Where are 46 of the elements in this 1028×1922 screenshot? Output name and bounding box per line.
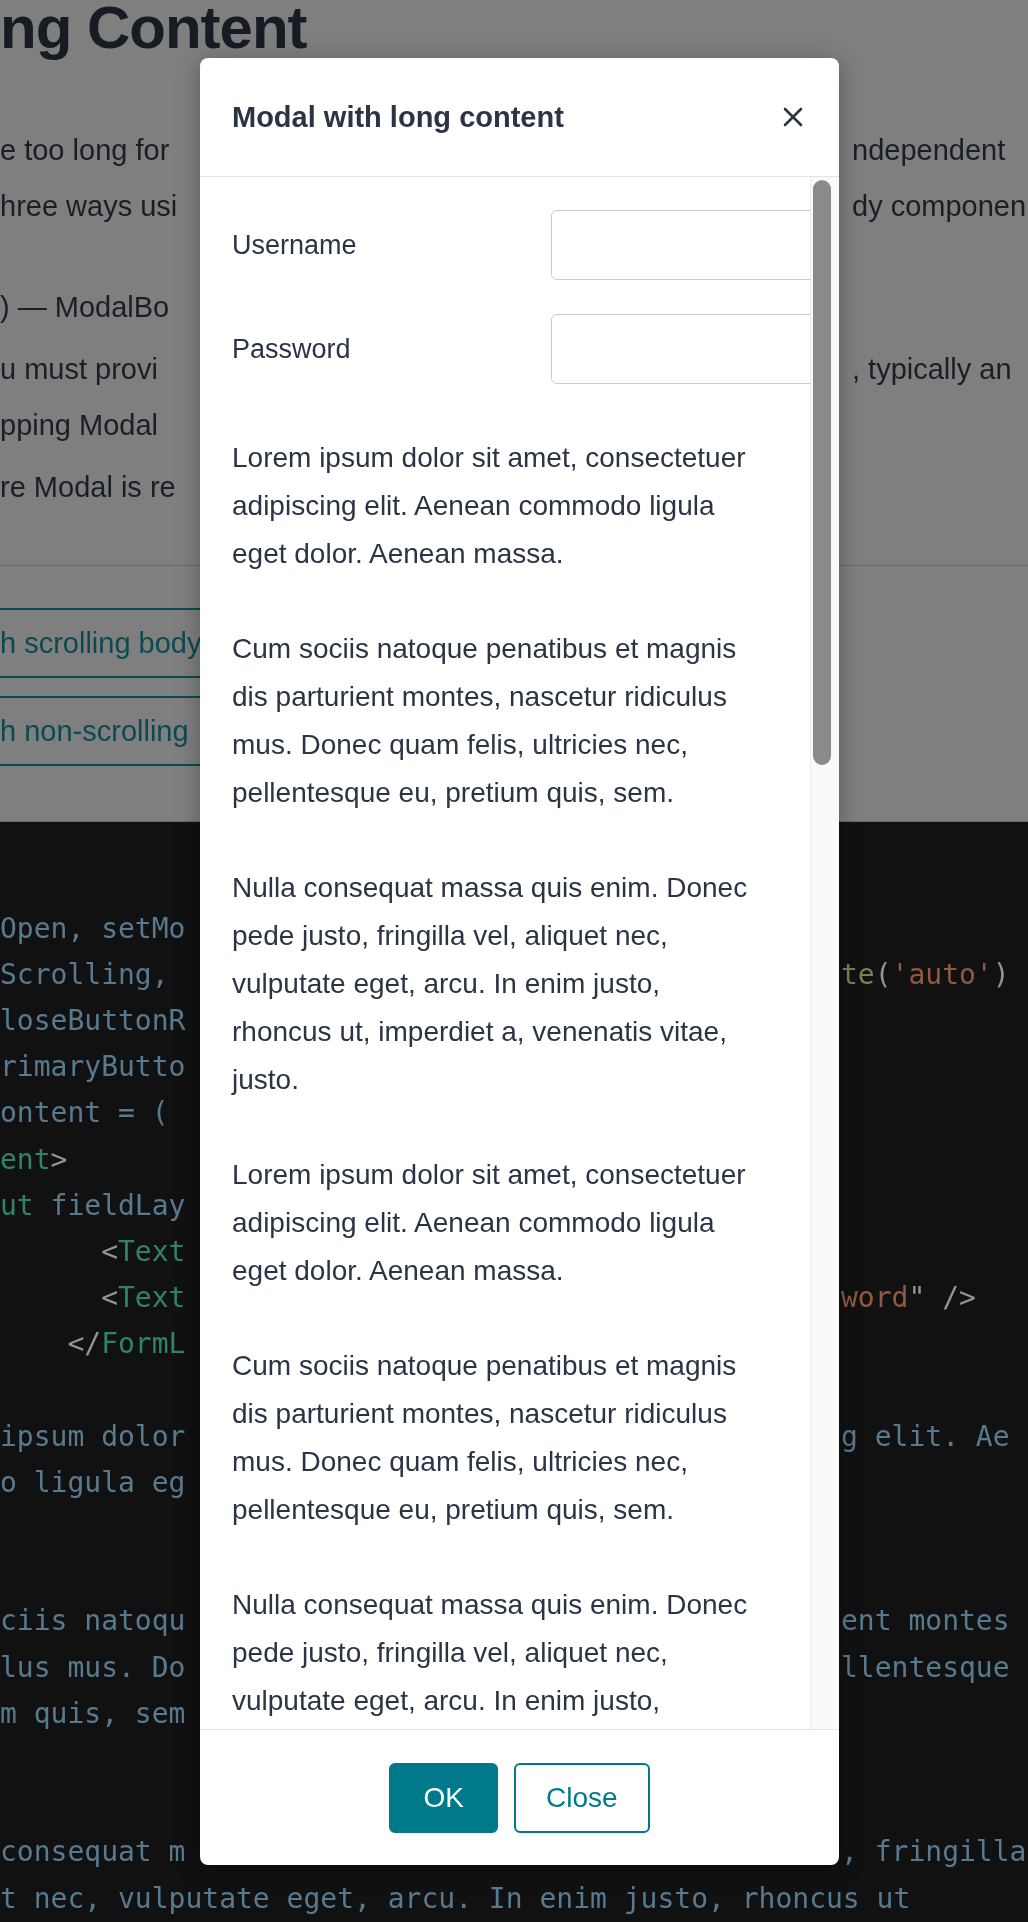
code-line: </FormL — [66, 1327, 186, 1361]
body-text: pping Modal — [0, 408, 158, 441]
input-field[interactable] — [551, 210, 810, 280]
field-label: Username — [232, 229, 358, 261]
code-line: o ligula eg — [0, 1465, 186, 1499]
input-field[interactable] — [551, 314, 810, 384]
body-paragraph: Cum sociis natoque penatibus et magnis dis parturient montes, nascetur ridiculus mus. Donec quam felis, ultricies nec, pellentesque eu, pretium quis, sem. — [232, 1349, 738, 1527]
code-line: te('auto') — [841, 957, 1010, 991]
body-paragraph: Nulla consequat massa quis enim. Donec pede justo, fringilla vel, aliquet nec, vulputate eget, arcu. In enim justo, — [232, 1588, 749, 1718]
code-line: lus mus. Do — [0, 1650, 186, 1684]
code-line: llentesque — [841, 1650, 1010, 1684]
scrollbar[interactable] — [810, 177, 839, 1729]
code-line: loseButtonR — [0, 1003, 186, 1037]
modal-title: Modal with long content — [232, 100, 564, 134]
code-line: <Text — [100, 1281, 186, 1315]
page-heading: ng Content — [0, 0, 307, 61]
code-line: ipsum dolor — [0, 1419, 186, 1453]
body-text: , typically an — [852, 352, 1012, 385]
body-text: ) — ModalBo — [0, 290, 170, 323]
code-line: consequat m — [0, 1835, 186, 1869]
close-button[interactable]: Close — [513, 1762, 650, 1833]
body-paragraph: Lorem ipsum dolor sit amet, consectetuer adipiscing elit. Aenean commodo ligula eget dolor. Aenean massa. — [232, 441, 747, 571]
code-line: , fringilla — [841, 1835, 1027, 1869]
body-text: re Modal is re — [0, 470, 176, 503]
code-line: word" /> — [841, 1281, 976, 1315]
body-paragraph: Lorem ipsum dolor sit amet, consectetuer adipiscing elit. Aenean commodo ligula eget dolor. Aenean massa. — [232, 1158, 747, 1288]
code-line: ut fieldLay — [0, 1188, 186, 1222]
code-line: ontent = ( — [0, 1096, 169, 1130]
field-label: Password — [232, 333, 352, 365]
code-line: g elit. Ae — [841, 1419, 1010, 1453]
body-text: hree ways usi — [0, 189, 178, 222]
body-text: e too long for — [0, 133, 170, 166]
body-text: u must provi — [0, 352, 158, 385]
code-line: rimaryButto — [0, 1050, 186, 1084]
code-line: m quis, sem — [0, 1696, 186, 1730]
code-line: ciis natoqu — [0, 1604, 186, 1638]
body-text: dy componen — [852, 189, 1027, 222]
body-paragraph: Nulla consequat massa quis enim. Donec pede justo, fringilla vel, aliquet nec, vulputate eget, arcu. In enim justo, rhoncus ut, imperdiet a, venenatis vitae, justo. — [232, 871, 749, 1097]
code-line: t nec, vulputate eget, arcu. In enim justo, rhoncus ut — [0, 1881, 911, 1915]
code-line: ent montes — [841, 1604, 1010, 1638]
code-line: Open, setMo — [0, 911, 186, 945]
code-line: <Text — [100, 1234, 186, 1268]
body-text: ndependent — [852, 133, 1006, 166]
ok-button[interactable]: OK — [389, 1762, 498, 1833]
code-line: Scrolling, — [0, 957, 169, 991]
code-line: ent> — [0, 1142, 68, 1176]
